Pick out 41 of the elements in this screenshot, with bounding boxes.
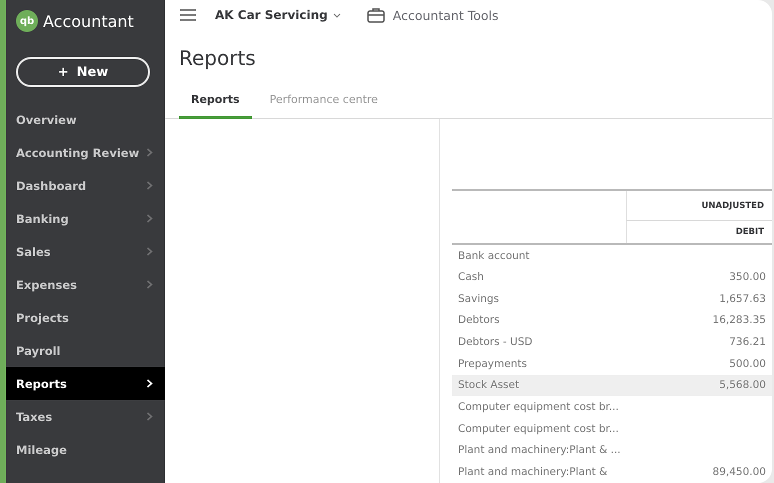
page-title: Reports xyxy=(179,46,257,70)
sidebar-item[interactable]: Mileage xyxy=(6,433,165,466)
column-header: UNADJUSTED xyxy=(626,190,772,220)
new-button[interactable]: + New xyxy=(16,57,150,87)
sidebar-item[interactable]: Taxes xyxy=(6,400,165,433)
table-cell-text: Debtors - USD xyxy=(457,335,534,350)
sidebar-item[interactable]: Payroll xyxy=(6,334,165,367)
sidebar-item[interactable]: Dashboard xyxy=(6,169,165,202)
table-cell: Bank account xyxy=(452,244,627,266)
table-cell-text: 16,283.35 xyxy=(712,313,767,328)
table-cell-text: Savings xyxy=(457,292,500,307)
table-cell-text: Computer equipment cost br... xyxy=(457,422,620,437)
sidebar-item[interactable]: Banking xyxy=(6,202,165,235)
table-cell: Computer equipment cost br... xyxy=(452,396,627,418)
sidebar-item[interactable]: Accounting Review xyxy=(6,136,165,169)
table-cell-text: Prepayments xyxy=(457,356,528,372)
sidebar-item[interactable]: Projects xyxy=(6,301,165,334)
table-cell-text: 350.00 xyxy=(728,270,767,285)
brand-name: Accountant xyxy=(43,12,134,30)
table-cell-text: Debtors xyxy=(457,313,501,328)
table-cell-text: 89,450.00 xyxy=(712,465,767,480)
sidebar-item[interactable]: Reports xyxy=(6,367,165,400)
table-cell: Stock Asset xyxy=(452,374,627,396)
company-selector[interactable]: AK Car Servicing xyxy=(215,8,341,22)
table-cell: 5,568.00 xyxy=(626,374,772,396)
sidebar-item[interactable]: Expenses xyxy=(6,268,165,301)
table-cell-text: Plant and machinery:Plant & xyxy=(457,465,608,480)
table-cell-text: 736.21 xyxy=(728,335,767,350)
caret-icon xyxy=(332,12,341,18)
table-cell-text: Cash xyxy=(457,270,485,285)
table-cell-text: 1,657.63 xyxy=(718,292,767,307)
menu-icon[interactable] xyxy=(179,8,197,22)
table-cell-text: Plant and machinery:Plant & ... xyxy=(457,443,622,458)
briefcase-icon xyxy=(366,7,385,24)
column-header: DEBIT xyxy=(626,220,772,244)
tab[interactable]: Reports xyxy=(179,88,252,120)
sidebar-item[interactable]: Sales xyxy=(6,235,165,268)
accountant-tools-link[interactable]: Accountant Tools xyxy=(366,7,498,24)
brand-logo: qb xyxy=(16,10,38,32)
table-cell-text: 500.00 xyxy=(728,356,767,372)
sidebar-item[interactable]: Overview xyxy=(6,103,165,136)
